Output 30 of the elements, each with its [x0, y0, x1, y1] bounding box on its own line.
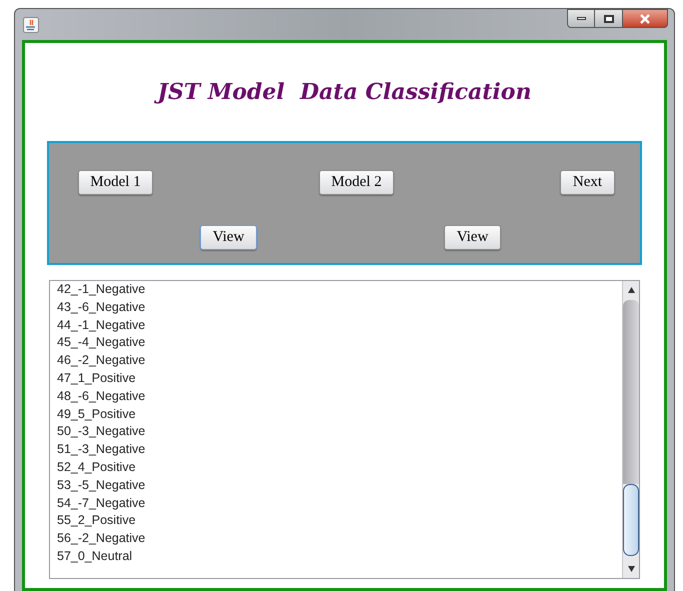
result-line: 49_5_Positive: [57, 406, 136, 423]
result-line: 50_-3_Negative: [57, 423, 146, 440]
down-arrow-icon[interactable]: [626, 565, 636, 573]
view-button[interactable]: View: [444, 225, 501, 250]
java-cup-icon: [23, 17, 39, 33]
result-line: 53_-5_Negative: [57, 476, 146, 494]
view-button[interactable]: View: [200, 225, 257, 250]
result-line: 55_2_Positive: [57, 512, 136, 530]
result-line: 43_-6_Negative: [57, 298, 146, 316]
result-line: 44_-1_Negative: [57, 316, 146, 334]
up-arrow-icon[interactable]: [626, 286, 636, 294]
maximize-button[interactable]: [595, 9, 622, 28]
result-line: 46_-2_Negative: [57, 352, 146, 370]
result-line: 42_-1_Negative: [57, 281, 146, 298]
result-line: 45_-4_Negative: [57, 334, 146, 352]
model-button[interactable]: Model 1: [78, 170, 153, 195]
scroll-thumb[interactable]: [623, 484, 639, 556]
result-line: 54_-7_Negative: [57, 494, 146, 512]
result-line: 47_1_Positive: [57, 370, 136, 387]
next-button[interactable]: Next: [560, 170, 615, 195]
result-line: 52_4_Positive: [57, 458, 136, 476]
close-icon: [639, 14, 651, 24]
close-button[interactable]: [622, 9, 668, 28]
result-line: 51_-3_Negative: [57, 441, 146, 458]
result-line: 48_-6_Negative: [57, 388, 146, 405]
result-line: 57_0_Neutral: [57, 548, 132, 565]
model-button[interactable]: Model 2: [319, 170, 394, 195]
minimize-button[interactable]: [567, 9, 595, 28]
scrollbar[interactable]: [622, 281, 639, 578]
result-line: 56_-2_Negative: [57, 530, 146, 548]
